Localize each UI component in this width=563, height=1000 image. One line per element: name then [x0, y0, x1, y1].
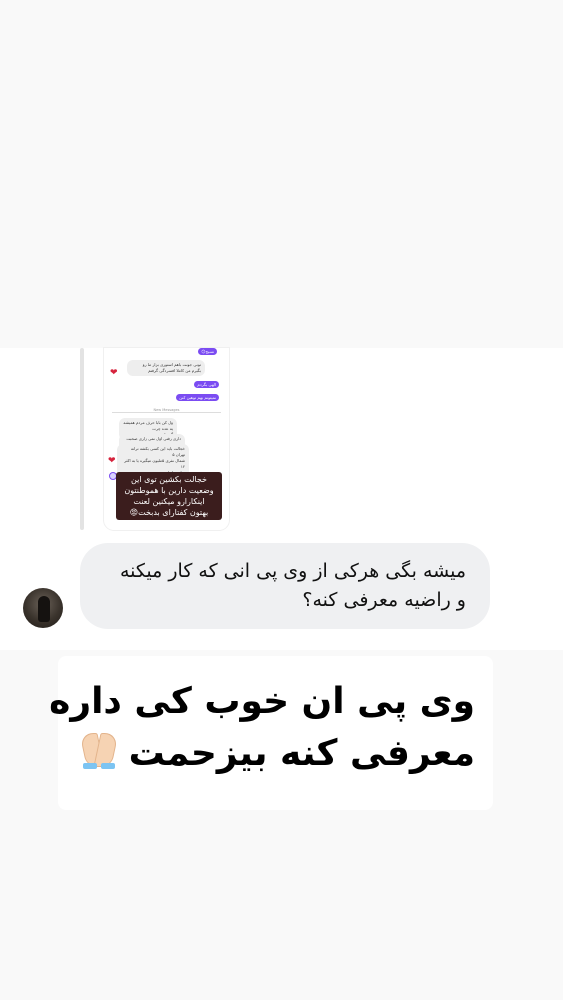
folded-hands-icon — [77, 731, 121, 769]
heart-icon: ❤ — [108, 456, 116, 466]
caption-line: وی پی ان خوب کی داره — [49, 681, 475, 722]
story-screen: نسيح😊 تونی جونت باهم استوری بزار ما رو ب… — [0, 0, 563, 1000]
new-messages-divider — [112, 412, 221, 413]
chat-screenshot-thumbnail[interactable]: نسيح😊 تونی جونت باهم استوری بزار ما رو ب… — [104, 348, 229, 530]
thumb-purple-message: الهی بگردم — [194, 381, 219, 388]
new-messages-label: New Messages — [104, 408, 229, 412]
message-text-line: و راضیه معرفی کنه؟ — [302, 589, 466, 611]
thumb-message: تونی جونت باهم استوری بزار ما رو بگیرم م… — [127, 360, 205, 376]
avatar-silhouette — [38, 596, 50, 622]
empty-top-area — [0, 0, 563, 348]
caption-text: معرفی کنه بیزحمت — [128, 733, 475, 774]
avatar[interactable] — [23, 588, 63, 628]
reply-indicator-bar — [80, 348, 84, 530]
caption-line: معرفی کنه بیزحمت — [78, 728, 475, 780]
heart-icon: ❤ — [110, 368, 118, 378]
shared-message-card: نسيح😊 تونی جونت باهم استوری بزار ما رو ب… — [0, 348, 563, 650]
thumb-purple-message: نمیتونم بهم توهین کنن — [176, 394, 219, 401]
message-bubble[interactable]: میشه بگی هرکی از وی پی انی که کار میکنه … — [80, 543, 490, 629]
thumb-highlight-message: خجالت بکشین توی این وضعیت دارین با هموطن… — [116, 472, 222, 520]
message-text-line: میشه بگی هرکی از وی پی انی که کار میکنه — [120, 560, 466, 582]
caption-text-box: وی پی ان خوب کی داره معرفی کنه بیزحمت — [49, 656, 493, 810]
thumb-top-badge: نسيح😊 — [198, 348, 217, 355]
